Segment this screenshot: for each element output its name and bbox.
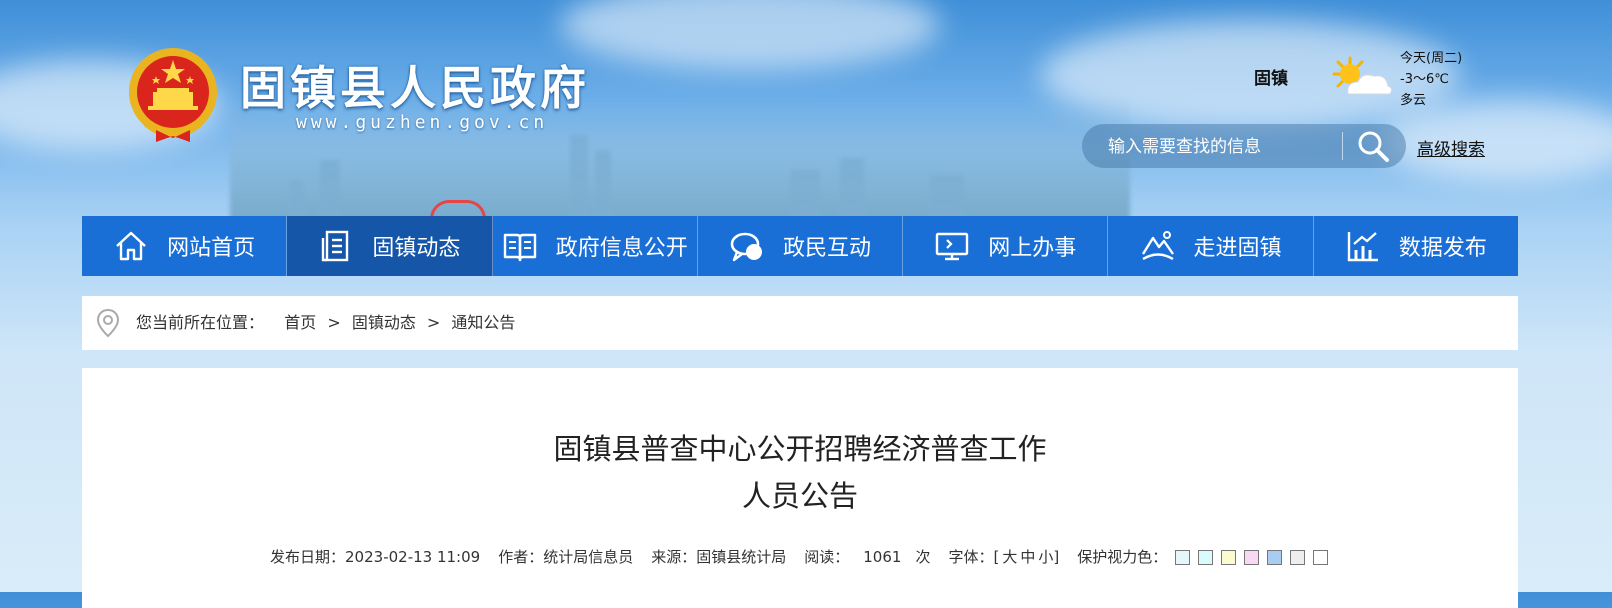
- article-title-line: 固镇县普查中心公开招聘经济普查工作: [553, 432, 1047, 466]
- article-panel: 固镇县普查中心公开招聘经济普查工作 人员公告 发布日期： 2023-02-13 …: [82, 368, 1518, 608]
- date-label: 发布日期：: [270, 548, 346, 566]
- partly-cloudy-icon: [1332, 56, 1393, 95]
- nav-label: 数据发布: [1398, 236, 1487, 261]
- nav-item-guzhen-news[interactable]: 固镇动态: [287, 216, 493, 276]
- breadcrumb: 您当前所在位置： 首页 > 固镇动态 > 通知公告: [82, 296, 1518, 350]
- author: 统计局信息员: [543, 548, 634, 566]
- bracket: ]: [1053, 547, 1060, 566]
- breadcrumb-separator: >: [426, 313, 441, 332]
- font-small-button[interactable]: 小: [1038, 546, 1053, 567]
- font-medium-button[interactable]: 中: [1020, 546, 1035, 567]
- breadcrumb-home-link[interactable]: 首页: [284, 313, 316, 332]
- breadcrumb-news-link[interactable]: 固镇动态: [352, 313, 416, 332]
- nav-item-home[interactable]: 网站首页: [82, 216, 288, 276]
- weather-city: 固镇: [1254, 69, 1288, 89]
- nav-label: 政府信息公开: [555, 236, 688, 261]
- open-book-icon: [503, 233, 536, 262]
- publish-date: 2023-02-13 11:09: [345, 547, 481, 566]
- font-large-button[interactable]: 大: [1002, 546, 1017, 567]
- nav-item-interaction[interactable]: 政民互动: [698, 216, 904, 276]
- author-label: 作者：: [498, 548, 544, 566]
- main-nav: 网站首页 固镇动态 政府信息公开 政民互动 网上办事 走进固镇 数据发布: [82, 216, 1518, 276]
- eye-care-color-swatch[interactable]: [1244, 549, 1260, 565]
- national-emblem-icon: [129, 48, 217, 142]
- eye-care-color-swatch[interactable]: [1198, 549, 1214, 565]
- news-list-icon: [322, 230, 349, 262]
- eye-care-swatches: [1167, 548, 1329, 566]
- breadcrumb-separator: >: [327, 313, 341, 332]
- weather-day: 今天(周二): [1400, 51, 1463, 66]
- views-label: 阅读：: [804, 548, 850, 566]
- eye-care-color-swatch[interactable]: [1267, 549, 1283, 565]
- source: 固镇县统计局: [696, 548, 787, 566]
- search-input[interactable]: [1106, 124, 1340, 170]
- weather-condition: 多云: [1400, 93, 1427, 108]
- weather-info: 今天(周二) -3～6℃ 多云: [1400, 48, 1462, 111]
- location-pin-icon: [96, 308, 120, 338]
- article-title: 固镇县普查中心公开招聘经济普查工作 人员公告: [82, 426, 1518, 520]
- weather-temp: -3～6℃: [1400, 72, 1449, 87]
- sky-cloud: [1380, 100, 1612, 180]
- views-unit: 次: [915, 548, 931, 566]
- nav-item-about-guzhen[interactable]: 走进固镇: [1108, 216, 1314, 276]
- view-count: 1061: [863, 547, 902, 566]
- mountain-icon: [1141, 231, 1174, 261]
- source-label: 来源：: [651, 548, 697, 566]
- sky-cloud: [560, 0, 940, 70]
- nav-item-online-services[interactable]: 网上办事: [903, 216, 1109, 276]
- nav-label: 网上办事: [988, 236, 1077, 261]
- article-meta: 发布日期： 2023-02-13 11:09 作者： 统计局信息员 来源： 固镇…: [270, 546, 1329, 567]
- site-url: www.guzhen.gov.cn: [296, 112, 549, 133]
- site-name: 固镇县人民政府: [240, 61, 590, 115]
- search-divider: [1342, 132, 1343, 160]
- nav-label: 网站首页: [167, 236, 256, 261]
- advanced-search-link[interactable]: 高级搜索: [1417, 135, 1485, 160]
- nav-label: 固镇动态: [372, 236, 461, 261]
- bracket: [: [993, 547, 1000, 566]
- search-icon[interactable]: [1354, 128, 1394, 164]
- font-size-label: 字体：: [948, 548, 994, 566]
- breadcrumb-text: 您当前所在位置： 首页 > 固镇动态 > 通知公告: [136, 296, 515, 350]
- nav-label: 政民互动: [782, 236, 871, 261]
- eye-care-color-swatch[interactable]: [1221, 549, 1237, 565]
- eye-care-color-swatch[interactable]: [1313, 549, 1329, 565]
- breadcrumb-notice-link[interactable]: 通知公告: [451, 313, 515, 332]
- nav-item-gov-info[interactable]: 政府信息公开: [493, 216, 698, 276]
- home-icon: [116, 231, 146, 261]
- bar-chart-icon: [1347, 232, 1378, 262]
- chat-bubble-icon: [730, 232, 762, 262]
- search-box: [1082, 124, 1406, 170]
- monitor-icon: [936, 232, 969, 261]
- eye-care-color-swatch[interactable]: [1175, 549, 1191, 565]
- nav-item-data-release[interactable]: 数据发布: [1314, 216, 1518, 276]
- nav-label: 走进固镇: [1193, 236, 1282, 261]
- eye-care-label: 保护视力色：: [1077, 548, 1168, 566]
- eye-care-color-swatch[interactable]: [1290, 549, 1306, 565]
- article-title-line: 人员公告: [741, 479, 858, 513]
- breadcrumb-prefix: 您当前所在位置：: [136, 313, 265, 332]
